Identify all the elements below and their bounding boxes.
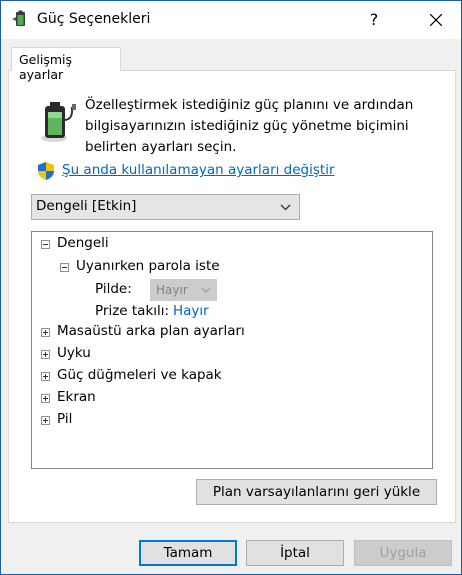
close-button[interactable] [413,3,459,37]
apply-button[interactable]: Uygula [354,540,452,566]
change-unavailable-settings-link[interactable]: Şu anda kullanılamayan ayarları değiştir [62,162,335,178]
on-battery-label: Pilde: [95,281,132,297]
on-battery-select[interactable]: Hayır [150,279,217,301]
plugged-in-label: Prize takılı: [95,303,170,319]
tree-item-power-buttons-lid[interactable]: Güç düğmeleri ve kapak [57,367,222,383]
expand-icon[interactable] [41,350,50,359]
uac-shield-icon [37,161,55,181]
tree-item-sleep[interactable]: Uyku [57,345,91,361]
panel-description: Özelleştirmek istediğiniz güç planını ve… [85,97,414,155]
settings-tree[interactable]: Dengeli Uyanırken parola iste Pilde: Hay… [31,231,433,469]
on-battery-select-value: Hayır [156,283,188,297]
power-plan-select-value: Dengeli [Etkin] [36,198,137,214]
expand-icon[interactable] [41,416,50,425]
expand-icon[interactable] [41,394,50,403]
collapse-icon[interactable] [41,240,50,249]
advanced-settings-panel: Özelleştirmek istediğiniz güç planını ve… [8,70,456,523]
plugged-in-value[interactable]: Hayır [173,303,209,319]
power-plan-select[interactable]: Dengeli [Etkin] [31,194,300,220]
ok-button[interactable]: Tamam [139,540,237,566]
battery-plug-icon [37,98,77,144]
cancel-button[interactable]: İptal [246,540,344,566]
power-options-app-icon [10,9,30,29]
collapse-icon[interactable] [60,263,69,272]
tree-item-battery[interactable]: Pil [57,411,72,427]
restore-plan-defaults-button[interactable]: Plan varsayılanlarını geri yükle [196,479,437,505]
expand-icon[interactable] [41,328,50,337]
tree-group-label[interactable]: Uyanırken parola iste [76,258,220,274]
expand-icon[interactable] [41,372,50,381]
tree-item-display[interactable]: Ekran [57,389,96,405]
title-bar: Güç Seçenekleri ? [1,1,461,39]
chevron-down-icon [280,204,291,211]
window-title: Güç Seçenekleri [37,11,151,27]
tab-advanced-settings[interactable]: Gelişmiş ayarlar [11,47,121,82]
chevron-down-icon [201,287,211,293]
power-options-dialog: Güç Seçenekleri ? Gelişmiş ayarlar Özell… [0,0,462,575]
help-button[interactable]: ? [364,10,384,29]
close-icon [430,14,442,26]
tree-item-desktop-background[interactable]: Masaüstü arka plan ayarları [57,323,245,339]
tree-root-label[interactable]: Dengeli [57,235,109,251]
